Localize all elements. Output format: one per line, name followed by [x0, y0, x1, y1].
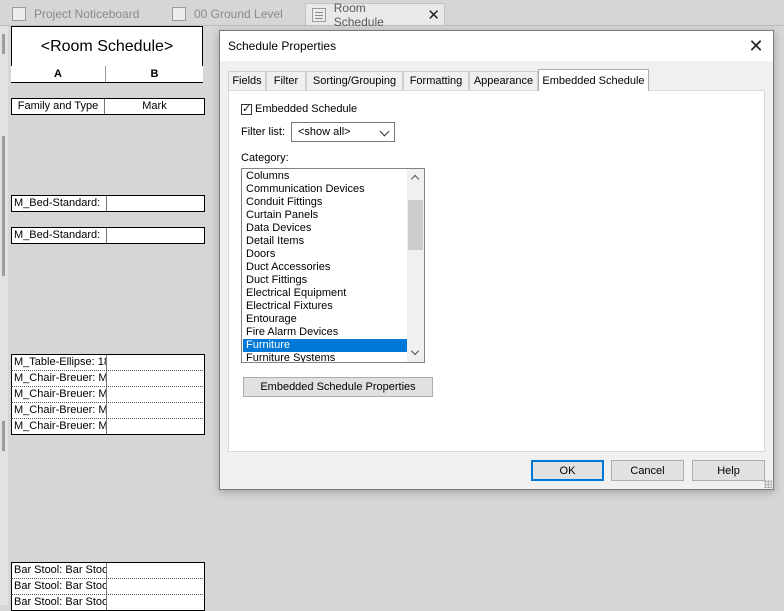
- cancel-button[interactable]: Cancel: [611, 460, 684, 481]
- family-type-cell[interactable]: M_Chair-Breuer: M: [12, 371, 107, 386]
- filter-list-dropdown[interactable]: <show all>: [291, 122, 395, 142]
- family-type-cell[interactable]: Bar Stool: Bar Stoo: [12, 563, 107, 578]
- header-mark[interactable]: Mark: [105, 99, 204, 114]
- help-button[interactable]: Help: [692, 460, 765, 481]
- list-item[interactable]: Electrical Equipment: [243, 287, 407, 300]
- embedded-schedule-checkbox[interactable]: [241, 102, 252, 115]
- tab-label: Project Noticeboard: [34, 6, 140, 21]
- chevron-down-icon: [379, 126, 390, 137]
- sheet-icon: [12, 6, 26, 21]
- mark-cell[interactable]: [107, 403, 204, 418]
- table-row[interactable]: M_Bed-Standard:: [11, 227, 205, 244]
- scroll-down-icon[interactable]: [410, 346, 420, 356]
- close-icon[interactable]: ✕: [745, 35, 767, 57]
- table-row[interactable]: M_Table-Ellipse: 18: [11, 354, 205, 371]
- embedded-schedule-checkbox-row[interactable]: Embedded Schedule: [241, 102, 358, 115]
- tab-filter[interactable]: Filter: [266, 71, 306, 90]
- edge-marker: [2, 34, 5, 54]
- tab-label: 00 Ground Level: [194, 6, 283, 21]
- list-item[interactable]: Duct Fittings: [243, 274, 407, 287]
- resize-grip-icon[interactable]: [764, 480, 772, 488]
- family-type-cell[interactable]: Bar Stool: Bar Stoo: [12, 579, 107, 594]
- embedded-schedule-properties-button[interactable]: Embedded Schedule Properties: [243, 377, 433, 397]
- mark-cell[interactable]: [107, 419, 204, 434]
- filter-list-label: Filter list:: [241, 126, 285, 138]
- family-type-cell[interactable]: M_Table-Ellipse: 18: [12, 355, 107, 370]
- family-type-cell[interactable]: M_Chair-Breuer: M: [12, 387, 107, 402]
- schedule-icon: [312, 7, 326, 22]
- tab-project-noticeboard[interactable]: Project Noticeboard: [6, 3, 166, 24]
- ok-button[interactable]: OK: [531, 460, 604, 481]
- mark-cell[interactable]: [107, 563, 204, 578]
- list-item[interactable]: Columns: [243, 170, 407, 183]
- table-row[interactable]: Bar Stool: Bar Stoo: [11, 562, 205, 579]
- family-type-cell[interactable]: M_Bed-Standard:: [12, 228, 107, 243]
- category-items: Columns Communication Devices Conduit Fi…: [243, 170, 407, 362]
- close-icon[interactable]: ✕: [427, 6, 440, 24]
- schedule-title[interactable]: <Room Schedule>: [11, 26, 203, 67]
- table-row[interactable]: M_Chair-Breuer: M: [11, 370, 205, 387]
- table-row[interactable]: M_Chair-Breuer: M: [11, 418, 205, 435]
- dialog-title: Schedule Properties: [228, 39, 337, 53]
- list-item[interactable]: Communication Devices: [243, 183, 407, 196]
- tab-00-ground-level[interactable]: 00 Ground Level: [166, 3, 304, 24]
- tab-sorting-grouping[interactable]: Sorting/Grouping: [306, 71, 403, 90]
- mark-cell[interactable]: [107, 371, 204, 386]
- column-letter-row: A B: [11, 66, 203, 83]
- table-row[interactable]: M_Chair-Breuer: M: [11, 402, 205, 419]
- floor-plan-icon: [172, 6, 186, 21]
- embedded-schedule-panel: Embedded Schedule Filter list: <show all…: [228, 90, 765, 452]
- category-label: Category:: [241, 152, 289, 164]
- list-item[interactable]: Fire Alarm Devices: [243, 326, 407, 339]
- table-row[interactable]: Bar Stool: Bar Stoo: [11, 594, 205, 611]
- list-item[interactable]: Conduit Fittings: [243, 196, 407, 209]
- header-family-and-type[interactable]: Family and Type: [12, 99, 105, 114]
- tab-appearance[interactable]: Appearance: [469, 71, 538, 90]
- embedded-schedule-checkbox-label: Embedded Schedule: [255, 103, 358, 115]
- mark-cell[interactable]: [107, 196, 204, 211]
- scrollbar-thumb[interactable]: [408, 200, 423, 250]
- edge-marker: [2, 421, 5, 451]
- schedule-properties-dialog: Schedule Properties ✕ Fields Filter Sort…: [219, 30, 774, 490]
- list-item[interactable]: Electrical Fixtures: [243, 300, 407, 313]
- tab-formatting[interactable]: Formatting: [403, 71, 469, 90]
- table-row[interactable]: M_Chair-Breuer: M: [11, 386, 205, 403]
- list-item[interactable]: Data Devices: [243, 222, 407, 235]
- list-item[interactable]: Doors: [243, 248, 407, 261]
- scroll-up-icon[interactable]: [410, 174, 420, 184]
- column-a-header[interactable]: A: [11, 66, 106, 82]
- mark-cell[interactable]: [107, 228, 204, 243]
- document-tab-strip: Project Noticeboard 00 Ground Level Room…: [0, 0, 784, 29]
- list-item[interactable]: Duct Accessories: [243, 261, 407, 274]
- category-scrollbar[interactable]: [407, 169, 424, 362]
- tab-label: Room Schedule: [333, 0, 384, 29]
- tab-room-schedule[interactable]: Room Schedule ✕: [305, 1, 445, 29]
- mark-cell[interactable]: [107, 387, 204, 402]
- table-row[interactable]: M_Bed-Standard:: [11, 195, 205, 212]
- mark-cell[interactable]: [107, 595, 204, 610]
- mark-cell[interactable]: [107, 579, 204, 594]
- schedule-view: <Room Schedule> A B Family and Type Mark…: [8, 26, 212, 611]
- list-item-selected[interactable]: Furniture: [243, 339, 407, 352]
- list-item[interactable]: Entourage: [243, 313, 407, 326]
- edge-marker: [2, 136, 5, 276]
- list-item[interactable]: Detail Items: [243, 235, 407, 248]
- family-type-cell[interactable]: Bar Stool: Bar Stoo: [12, 595, 107, 610]
- column-b-header[interactable]: B: [106, 66, 203, 82]
- category-listbox[interactable]: Columns Communication Devices Conduit Fi…: [241, 168, 425, 363]
- table-row[interactable]: Bar Stool: Bar Stoo: [11, 578, 205, 595]
- list-item[interactable]: Curtain Panels: [243, 209, 407, 222]
- family-type-cell[interactable]: M_Chair-Breuer: M: [12, 419, 107, 434]
- mark-cell[interactable]: [107, 355, 204, 370]
- family-type-cell[interactable]: M_Chair-Breuer: M: [12, 403, 107, 418]
- tab-fields[interactable]: Fields: [228, 71, 266, 90]
- family-type-cell[interactable]: M_Bed-Standard:: [12, 196, 107, 211]
- filter-list-value: <show all>: [298, 126, 351, 138]
- field-header-row: Family and Type Mark: [11, 98, 205, 115]
- tab-embedded-schedule[interactable]: Embedded Schedule: [538, 69, 649, 91]
- dialog-titlebar[interactable]: Schedule Properties ✕: [220, 31, 773, 61]
- list-item[interactable]: Furniture Systems: [243, 352, 407, 362]
